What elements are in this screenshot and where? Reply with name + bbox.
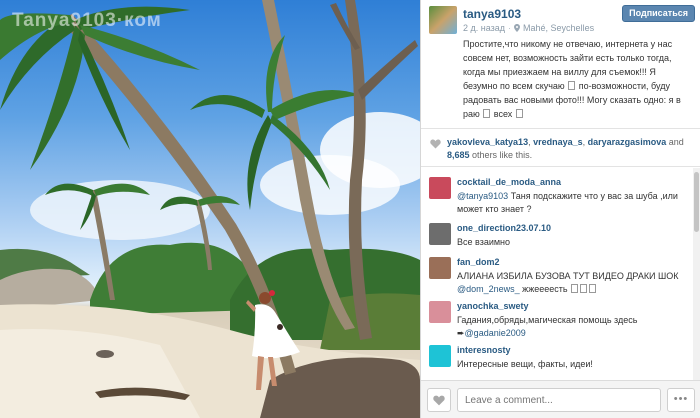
comment-body: Все взаимно [457,237,511,247]
comment-item: interesnosty Интересные вещи, факты, иде… [421,340,693,380]
comment-item: cocktail_de_moda_anna @tanya9103 Таня по… [421,172,693,216]
comment-text: Все взаимно [457,236,687,249]
liker-link[interactable]: daryarazgasimova [588,137,667,147]
likes-count[interactable]: 8,685 [447,150,470,160]
comment-username[interactable]: fan_dom2 [457,257,500,267]
emoji-placeholder-icon [571,284,579,293]
liker-link[interactable]: yakovleva_katya13 [447,137,528,147]
more-options-button[interactable]: ••• [667,388,695,412]
post-location[interactable]: Mahé, Seychelles [523,23,594,33]
comment-avatar[interactable] [429,257,451,279]
heart-icon [433,395,445,405]
location-pin-icon [514,24,521,32]
comment-body: Гадания,обряды,магическая помощь здесь [457,315,638,325]
comment-mention[interactable]: @gadanie2009 [465,328,526,338]
scrollbar-thumb[interactable] [694,172,699,232]
comment-text: @tanya9103 Таня подскажите что у вас за … [457,190,687,216]
post-username[interactable]: tanya9103 [463,7,521,21]
comments-scrollbar[interactable] [693,168,700,380]
comment-input[interactable] [457,388,661,412]
photo-watermark: Tanya9103·ком [12,10,162,31]
post-meta: 2 д. назад · Mahé, Seychelles [463,23,594,33]
meta-separator: · [508,23,512,33]
caption-line: радовать вас новыми фото!!! Могу сказать… [463,95,681,105]
post-panel: tanya9103 Подписаться 2 д. назад · Mahé,… [420,0,700,418]
emoji-placeholder-icon [568,81,576,90]
comment-username[interactable]: interesnosty [457,345,511,355]
emoji-placeholder-icon [589,284,597,293]
comment-avatar[interactable] [429,223,451,245]
likes-section: yakovleva_katya13, vrednaya_s, daryarazg… [421,128,700,167]
emoji-placeholder-icon [580,284,588,293]
comment-avatar[interactable] [429,177,451,199]
comment-item: yanochka_swety Гадания,обряды,магическая… [421,296,693,340]
comment-mention[interactable]: @dom_2news_ [457,284,520,294]
like-button[interactable] [427,388,451,412]
caption-line: совсем нет, возможность зайти есть тольк… [463,53,672,63]
user-avatar[interactable] [429,6,457,34]
liker-link[interactable]: vrednaya_s [533,137,583,147]
emoji-placeholder-icon [515,109,523,118]
comment-footer: ••• [421,380,700,418]
caption-line: всех [493,109,513,119]
comment-username[interactable]: one_direction23.07.10 [457,223,551,233]
caption-line: Простите,что никому не отвечаю, интернет… [463,39,673,49]
comment-item: fan_dom2 АЛИАНА ИЗБИЛА БУЗОВА ТУТ ВИДЕО … [421,252,693,296]
comment-username[interactable]: cocktail_de_moda_anna [457,177,561,187]
comment-body: Интересные вещи, факты, идеи! [457,359,593,369]
caption-line: когда мы приезжаем на виллу для съемок!!… [463,67,656,77]
comments-list: cocktail_de_moda_anna @tanya9103 Таня по… [421,168,693,380]
post-photo[interactable]: Tanya9103·ком [0,0,420,418]
comment-text: Интересные вещи, факты, идеи! [457,358,687,371]
caption-line: раю [463,109,480,119]
comment-body: АЛИАНА ИЗБИЛА БУЗОВА ТУТ ВИДЕО ДРАКИ ШОК [457,271,679,281]
beach-scene [0,0,420,418]
follow-button[interactable]: Подписаться [622,5,695,22]
post-caption: Простите,что никому не отвечаю, интернет… [463,37,695,121]
pointer-icon: ➨ [457,328,465,338]
comment-avatar[interactable] [429,345,451,367]
comment-body: жжеееесть [519,284,568,294]
caption-line: по-возможности, буду [578,81,670,91]
heart-icon [430,139,441,149]
comment-username[interactable]: yanochka_swety [457,301,529,311]
emoji-placeholder-icon [483,109,491,118]
caption-line: безумно по всем скучаю [463,81,565,91]
post-header: tanya9103 Подписаться 2 д. назад · Mahé,… [421,0,700,128]
likes-others: others like this. [472,150,533,160]
comment-text: АЛИАНА ИЗБИЛА БУЗОВА ТУТ ВИДЕО ДРАКИ ШОК… [457,270,687,296]
post-time[interactable]: 2 д. назад [463,23,505,33]
comment-text: Гадания,обряды,магическая помощь здесь ➨… [457,314,687,340]
comment-mention[interactable]: @tanya9103 [457,191,508,201]
comment-avatar[interactable] [429,301,451,323]
likes-and: and [668,137,684,147]
